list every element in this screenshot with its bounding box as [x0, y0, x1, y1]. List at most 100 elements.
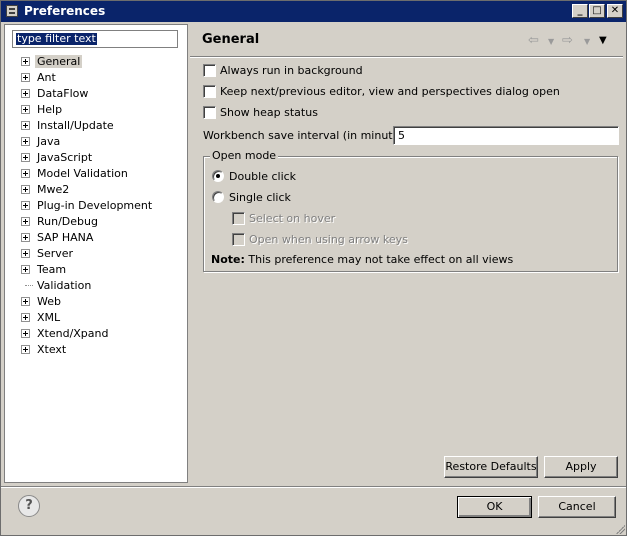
- forward-arrow-icon[interactable]: ⇨: [562, 33, 573, 48]
- ok-button[interactable]: OK: [457, 496, 532, 518]
- expand-icon[interactable]: [21, 297, 30, 306]
- tree-item-ant[interactable]: Ant: [5, 70, 187, 86]
- expand-icon[interactable]: [21, 57, 30, 66]
- view-menu-icon[interactable]: ▼: [599, 35, 607, 46]
- tree-item-xtext[interactable]: Xtext: [5, 342, 187, 358]
- back-arrow-icon[interactable]: ⇦: [528, 33, 539, 48]
- tree-item-xml[interactable]: XML: [5, 310, 187, 326]
- tree-item-label: Ant: [37, 71, 56, 84]
- keep-editor-dialog-checkbox[interactable]: [203, 85, 216, 98]
- title-bar[interactable]: Preferences _ □ ✕: [1, 1, 626, 22]
- window-title: Preferences: [24, 4, 106, 18]
- tree-item-label: Run/Debug: [37, 215, 98, 228]
- page-title: General: [202, 32, 260, 47]
- always-run-background-checkbox[interactable]: [203, 64, 216, 77]
- tree-item-general[interactable]: General: [5, 54, 187, 70]
- maximize-button[interactable]: □: [589, 4, 605, 18]
- preference-tree-pane: type filter text General Ant DataFlow He…: [4, 24, 188, 483]
- tree-item-label: Java: [37, 135, 61, 148]
- tree-item-web[interactable]: Web: [5, 294, 187, 310]
- tree-item-java[interactable]: Java: [5, 134, 187, 150]
- tree-item-sap-hana[interactable]: SAP HANA: [5, 230, 187, 246]
- resize-grip-icon[interactable]: [615, 524, 625, 534]
- expand-icon[interactable]: [21, 249, 30, 258]
- tree-item-label: Plug-in Development: [37, 199, 153, 212]
- expand-icon[interactable]: [21, 137, 30, 146]
- expand-icon[interactable]: [21, 121, 30, 130]
- header-separator: [190, 56, 623, 58]
- tree-item-label: Mwe2: [37, 183, 70, 196]
- expand-icon[interactable]: [21, 313, 30, 322]
- show-heap-status-label: Show heap status: [220, 106, 318, 119]
- tree-item-label: Xtend/Xpand: [37, 327, 109, 340]
- expand-icon[interactable]: [21, 153, 30, 162]
- tree-item-label: Web: [37, 295, 61, 308]
- tree-item-label: General: [35, 55, 83, 68]
- save-interval-input[interactable]: 5: [393, 126, 619, 145]
- preference-page: General ⇦ ▼ ⇨ ▼ ▼ Always run in backgrou…: [190, 24, 623, 483]
- tree-item-dataflow[interactable]: DataFlow: [5, 86, 187, 102]
- tree-item-model-validation[interactable]: Model Validation: [5, 166, 187, 182]
- tree-item-run-debug[interactable]: Run/Debug: [5, 214, 187, 230]
- tree-item-label: Model Validation: [37, 167, 128, 180]
- filter-text: type filter text: [16, 32, 97, 45]
- tree-item-label: DataFlow: [37, 87, 89, 100]
- tree-item-label: XML: [37, 311, 61, 324]
- expand-icon[interactable]: [21, 105, 30, 114]
- footer-separator: [1, 486, 626, 488]
- tree-item-label: Xtext: [37, 343, 67, 356]
- filter-input[interactable]: type filter text: [12, 30, 178, 48]
- minimize-button[interactable]: _: [572, 4, 588, 18]
- tree-item-team[interactable]: Team: [5, 262, 187, 278]
- cancel-button[interactable]: Cancel: [538, 496, 616, 518]
- tree-item-validation[interactable]: Validation: [5, 278, 187, 294]
- forward-dropdown-icon[interactable]: ▼: [584, 37, 590, 46]
- tree-item-server[interactable]: Server: [5, 246, 187, 262]
- double-click-label: Double click: [229, 170, 297, 183]
- open-mode-note: Note: This preference may not take effec…: [211, 253, 513, 266]
- tree-item-help[interactable]: Help: [5, 102, 187, 118]
- select-on-hover-checkbox: [232, 212, 245, 225]
- show-heap-status-checkbox[interactable]: [203, 106, 216, 119]
- expand-icon[interactable]: [21, 89, 30, 98]
- note-text: This preference may not take effect on a…: [248, 253, 514, 266]
- save-interval-label: Workbench save interval (in minutes):: [203, 129, 414, 142]
- single-click-radio[interactable]: [212, 191, 224, 203]
- tree-item-xtend-xpand[interactable]: Xtend/Xpand: [5, 326, 187, 342]
- expand-icon[interactable]: [21, 233, 30, 242]
- tree-item-label: JavaScript: [37, 151, 93, 164]
- expand-icon[interactable]: [21, 185, 30, 194]
- tree-item-plugin-development[interactable]: Plug-in Development: [5, 198, 187, 214]
- open-arrow-keys-checkbox: [232, 233, 245, 246]
- expand-icon[interactable]: [21, 73, 30, 82]
- preference-tree: General Ant DataFlow Help Install/Update…: [5, 54, 187, 358]
- tree-connector-icon: [25, 285, 33, 286]
- tree-item-install-update[interactable]: Install/Update: [5, 118, 187, 134]
- restore-defaults-button[interactable]: Restore Defaults: [444, 456, 538, 478]
- close-button[interactable]: ✕: [607, 4, 623, 18]
- note-label: Note:: [211, 253, 245, 266]
- double-click-radio[interactable]: [212, 170, 224, 182]
- tree-item-javascript[interactable]: JavaScript: [5, 150, 187, 166]
- open-mode-group: Open mode Double click Single click Sele…: [203, 149, 618, 272]
- tree-item-mwe2[interactable]: Mwe2: [5, 182, 187, 198]
- keep-editor-dialog-label: Keep next/previous editor, view and pers…: [220, 85, 560, 98]
- back-dropdown-icon[interactable]: ▼: [548, 37, 554, 46]
- expand-icon[interactable]: [21, 169, 30, 178]
- expand-icon[interactable]: [21, 329, 30, 338]
- tree-item-label: Help: [37, 103, 63, 116]
- expand-icon[interactable]: [21, 345, 30, 354]
- preferences-dialog: Preferences _ □ ✕ type filter text Gener…: [0, 0, 627, 536]
- expand-icon[interactable]: [21, 201, 30, 210]
- select-on-hover-label: Select on hover: [249, 212, 336, 225]
- save-interval-value: 5: [398, 129, 405, 142]
- tree-item-label: Validation: [37, 279, 92, 292]
- open-mode-title: Open mode: [210, 149, 279, 162]
- open-arrow-keys-label: Open when using arrow keys: [249, 233, 408, 246]
- expand-icon[interactable]: [21, 217, 30, 226]
- tree-item-label: SAP HANA: [37, 231, 94, 244]
- apply-button[interactable]: Apply: [544, 456, 618, 478]
- preferences-icon: [6, 5, 18, 17]
- expand-icon[interactable]: [21, 265, 30, 274]
- help-icon[interactable]: ?: [18, 495, 40, 517]
